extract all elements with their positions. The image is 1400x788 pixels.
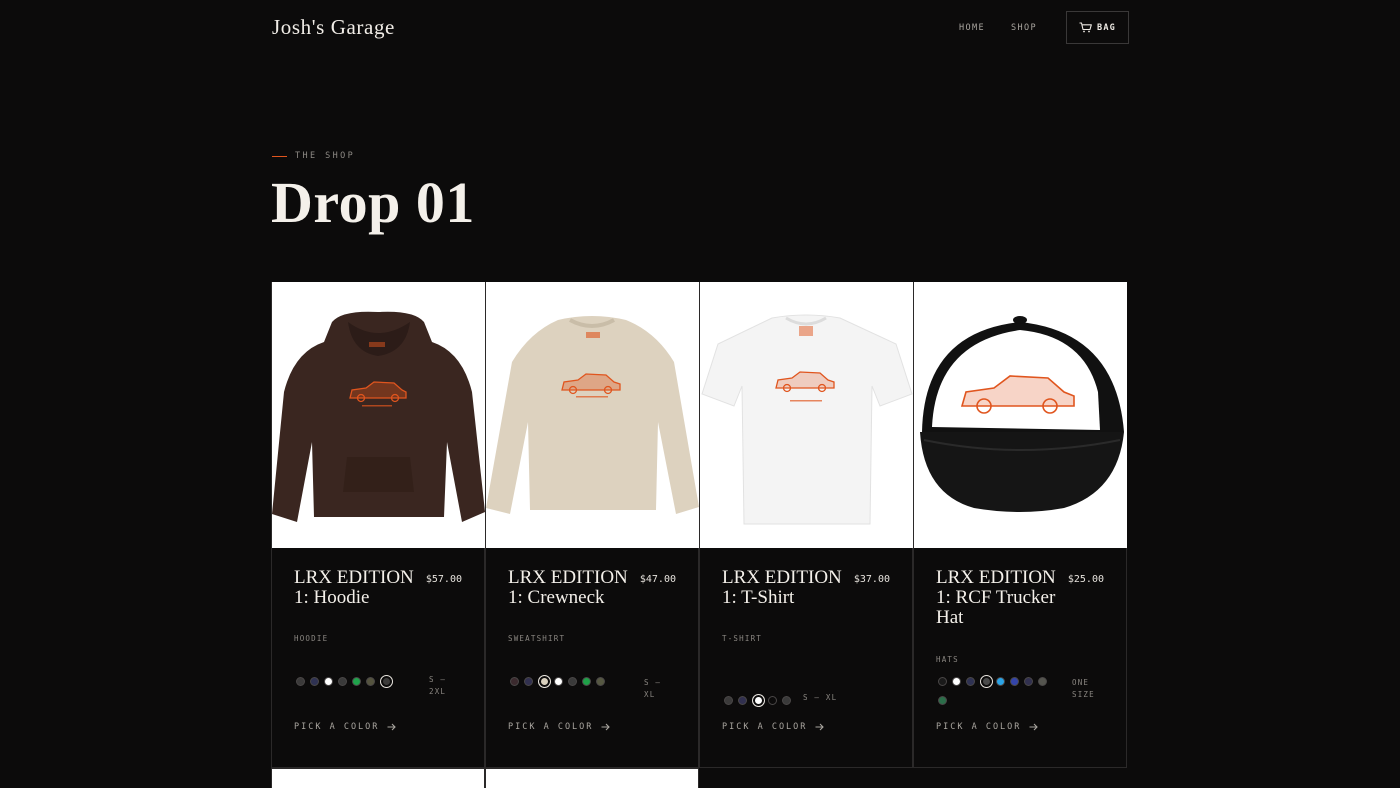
- color-swatch[interactable]: [310, 677, 319, 686]
- product-price: $25.00: [1067, 574, 1104, 585]
- color-swatch[interactable]: [938, 677, 947, 686]
- color-swatch[interactable]: [524, 677, 533, 686]
- product-image-crewneck[interactable]: [486, 282, 699, 548]
- color-swatch[interactable]: [1024, 677, 1033, 686]
- product-card-next-row-2[interactable]: [485, 768, 699, 788]
- color-swatches: [296, 672, 411, 691]
- color-swatch[interactable]: [966, 677, 975, 686]
- color-swatch[interactable]: [996, 677, 1005, 686]
- product-image-trucker-hat[interactable]: [914, 282, 1127, 548]
- product-card-tshirt[interactable]: LRX EDITION 1: T-Shirt $37.00 T-SHIRT S …: [699, 282, 913, 768]
- color-swatch[interactable]: [1010, 677, 1019, 686]
- pick-color-link[interactable]: PICK A COLOR: [936, 722, 1039, 732]
- product-price: $37.00: [853, 574, 890, 585]
- bag-label: BAG: [1097, 22, 1116, 33]
- pick-color-link[interactable]: PICK A COLOR: [508, 722, 611, 732]
- size-range: S – XL: [803, 693, 838, 702]
- pick-color-label: PICK A COLOR: [722, 722, 808, 732]
- product-category: HOODIE: [294, 634, 329, 643]
- site-header: Josh's Garage HOME SHOP BAG: [272, 10, 1129, 44]
- color-swatches: [510, 672, 625, 691]
- product-card-hoodie[interactable]: LRX EDITION 1: Hoodie $57.00 HOODIE S – …: [271, 282, 485, 768]
- color-swatch[interactable]: [1038, 677, 1047, 686]
- color-swatch[interactable]: [510, 677, 519, 686]
- cart-icon: [1079, 22, 1092, 33]
- size-range: ONE SIZE: [1072, 678, 1095, 699]
- product-category: SWEATSHIRT: [508, 634, 566, 643]
- product-name[interactable]: LRX EDITION 1: T-Shirt: [722, 568, 847, 608]
- product-price: $47.00: [639, 574, 676, 585]
- color-swatch[interactable]: [366, 677, 375, 686]
- product-card-crewneck[interactable]: LRX EDITION 1: Crewneck $47.00 SWEATSHIR…: [485, 282, 699, 768]
- product-name[interactable]: LRX EDITION 1: Hoodie: [294, 568, 419, 608]
- color-swatch[interactable]: [938, 696, 947, 705]
- color-swatches: [938, 672, 1058, 710]
- color-swatch[interactable]: [738, 696, 747, 705]
- product-category: T-SHIRT: [722, 634, 763, 643]
- product-name[interactable]: LRX EDITION 1: Crewneck: [508, 568, 633, 608]
- eyebrow-label: THE SHOP: [295, 151, 356, 161]
- color-swatch[interactable]: [554, 677, 563, 686]
- product-card-trucker-hat[interactable]: LRX EDITION 1: RCF Trucker Hat $25.00 HA…: [913, 282, 1127, 768]
- arrow-right-icon: [1029, 723, 1039, 731]
- product-price: $57.00: [425, 574, 462, 585]
- product-grid: LRX EDITION 1: Hoodie $57.00 HOODIE S – …: [271, 282, 1129, 788]
- page-title: Drop 01: [271, 170, 475, 235]
- pick-color-label: PICK A COLOR: [508, 722, 594, 732]
- arrow-right-icon: [601, 723, 611, 731]
- color-swatch[interactable]: [724, 696, 733, 705]
- color-swatch[interactable]: [380, 675, 393, 688]
- product-image-tshirt[interactable]: [700, 282, 913, 548]
- color-swatch[interactable]: [324, 677, 333, 686]
- color-swatch[interactable]: [768, 696, 777, 705]
- product-category: HATS: [936, 655, 959, 664]
- nav-home-link[interactable]: HOME: [959, 23, 985, 33]
- arrow-right-icon: [387, 723, 397, 731]
- pick-color-label: PICK A COLOR: [294, 722, 380, 732]
- product-image-hoodie[interactable]: [272, 282, 485, 548]
- color-swatch[interactable]: [952, 677, 961, 686]
- color-swatch[interactable]: [568, 677, 577, 686]
- color-swatch[interactable]: [980, 675, 993, 688]
- pick-color-link[interactable]: PICK A COLOR: [294, 722, 397, 732]
- pick-color-link[interactable]: PICK A COLOR: [722, 722, 825, 732]
- product-name[interactable]: LRX EDITION 1: RCF Trucker Hat: [936, 568, 1061, 628]
- brand-logo[interactable]: Josh's Garage: [272, 15, 395, 40]
- section-eyebrow: THE SHOP: [272, 151, 355, 161]
- bag-button[interactable]: BAG: [1066, 11, 1129, 44]
- product-card-next-row-1[interactable]: [271, 768, 485, 788]
- color-swatch[interactable]: [352, 677, 361, 686]
- color-swatch[interactable]: [338, 677, 347, 686]
- color-swatch[interactable]: [582, 677, 591, 686]
- color-swatch[interactable]: [596, 677, 605, 686]
- size-range: S – XL: [644, 678, 662, 699]
- pick-color-label: PICK A COLOR: [936, 722, 1022, 732]
- color-swatch[interactable]: [296, 677, 305, 686]
- color-swatch[interactable]: [538, 675, 551, 688]
- color-swatch[interactable]: [782, 696, 791, 705]
- arrow-right-icon: [815, 723, 825, 731]
- eyebrow-accent-line: [272, 155, 287, 157]
- color-swatch[interactable]: [752, 694, 765, 707]
- nav-shop-link[interactable]: SHOP: [1011, 23, 1037, 33]
- size-range: S – 2XL: [429, 675, 447, 696]
